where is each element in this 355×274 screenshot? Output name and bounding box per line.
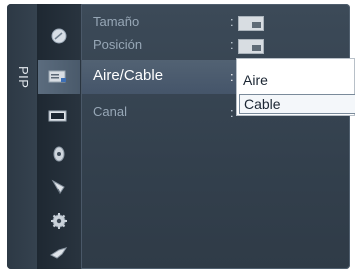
aire-cable-dropdown[interactable]: Aire Cable — [236, 58, 355, 116]
menu-item-aire-cable[interactable]: Aire/Cable — [93, 68, 163, 84]
menu-item-tamano[interactable]: Tamaño — [93, 14, 139, 30]
support-icon[interactable] — [49, 245, 68, 263]
pip-label: PIP — [16, 66, 31, 89]
size-value-icon — [238, 16, 264, 31]
dropdown-option-aire[interactable]: Aire — [243, 72, 268, 88]
setup-icon[interactable] — [50, 145, 68, 163]
pip-menu-screen: PIP Tamaño: Posición: Aire/Cable: Can… — [0, 0, 355, 274]
application-icon[interactable] — [50, 212, 68, 230]
menu-item-separator: : — [230, 37, 234, 52]
pip-strip — [7, 4, 38, 269]
menu-item-separator: : — [230, 69, 234, 84]
menu-item-posicion[interactable]: Posición — [93, 37, 142, 53]
sound-icon[interactable] — [48, 68, 66, 86]
picture-icon[interactable] — [50, 27, 68, 45]
dropdown-option-cable[interactable]: Cable — [239, 94, 355, 114]
input-icon[interactable] — [50, 178, 68, 196]
menu-item-separator: : — [230, 105, 234, 120]
menu-item-separator: : — [230, 14, 234, 29]
channel-icon[interactable] — [48, 108, 67, 126]
menu-item-canal[interactable]: Canal — [93, 104, 127, 120]
position-value-icon — [238, 39, 264, 54]
